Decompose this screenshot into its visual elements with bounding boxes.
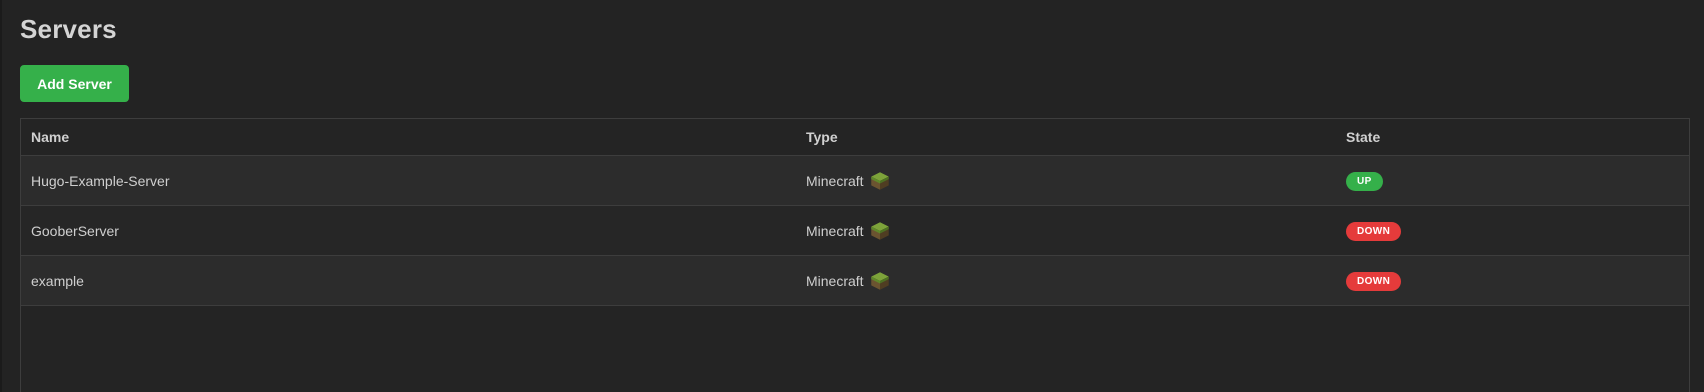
column-header-name[interactable]: Name <box>21 119 796 156</box>
server-type-label: Minecraft <box>806 172 864 189</box>
server-type-label: Minecraft <box>806 222 864 239</box>
minecraft-grass-block-icon <box>870 221 889 240</box>
server-name[interactable]: GooberServer <box>21 205 796 256</box>
table-row[interactable]: Hugo-Example-Server Minecraft UP <box>21 155 1689 206</box>
servers-page: Servers Add Server Name Type State Hugo-… <box>0 0 1704 392</box>
server-name[interactable]: Hugo-Example-Server <box>21 155 796 206</box>
minecraft-grass-block-icon <box>870 271 889 290</box>
server-state: DOWN <box>1336 255 1689 306</box>
table-row[interactable]: example Minecraft DOWN <box>21 255 1689 306</box>
minecraft-grass-block-icon <box>870 171 889 190</box>
add-server-button[interactable]: Add Server <box>20 65 129 102</box>
server-type-label: Minecraft <box>806 272 864 289</box>
sidebar-edge <box>0 0 2 392</box>
status-badge: DOWN <box>1346 221 1402 241</box>
status-badge: UP <box>1346 171 1383 191</box>
server-type: Minecraft <box>796 255 1336 306</box>
column-header-type[interactable]: Type <box>796 119 1336 156</box>
status-badge: DOWN <box>1346 271 1402 291</box>
server-type: Minecraft <box>796 155 1336 206</box>
table-header-row: Name Type State <box>21 119 1689 156</box>
server-state: DOWN <box>1336 205 1689 256</box>
server-type: Minecraft <box>796 205 1336 256</box>
table-row[interactable]: GooberServer Minecraft DOWN <box>21 205 1689 256</box>
column-header-state[interactable]: State <box>1336 119 1689 156</box>
servers-table-container: Name Type State Hugo-Example-Server Mine… <box>20 118 1690 392</box>
servers-table: Name Type State Hugo-Example-Server Mine… <box>21 119 1689 306</box>
page-title: Servers <box>20 14 117 44</box>
server-state: UP <box>1336 155 1689 206</box>
server-name[interactable]: example <box>21 255 796 306</box>
